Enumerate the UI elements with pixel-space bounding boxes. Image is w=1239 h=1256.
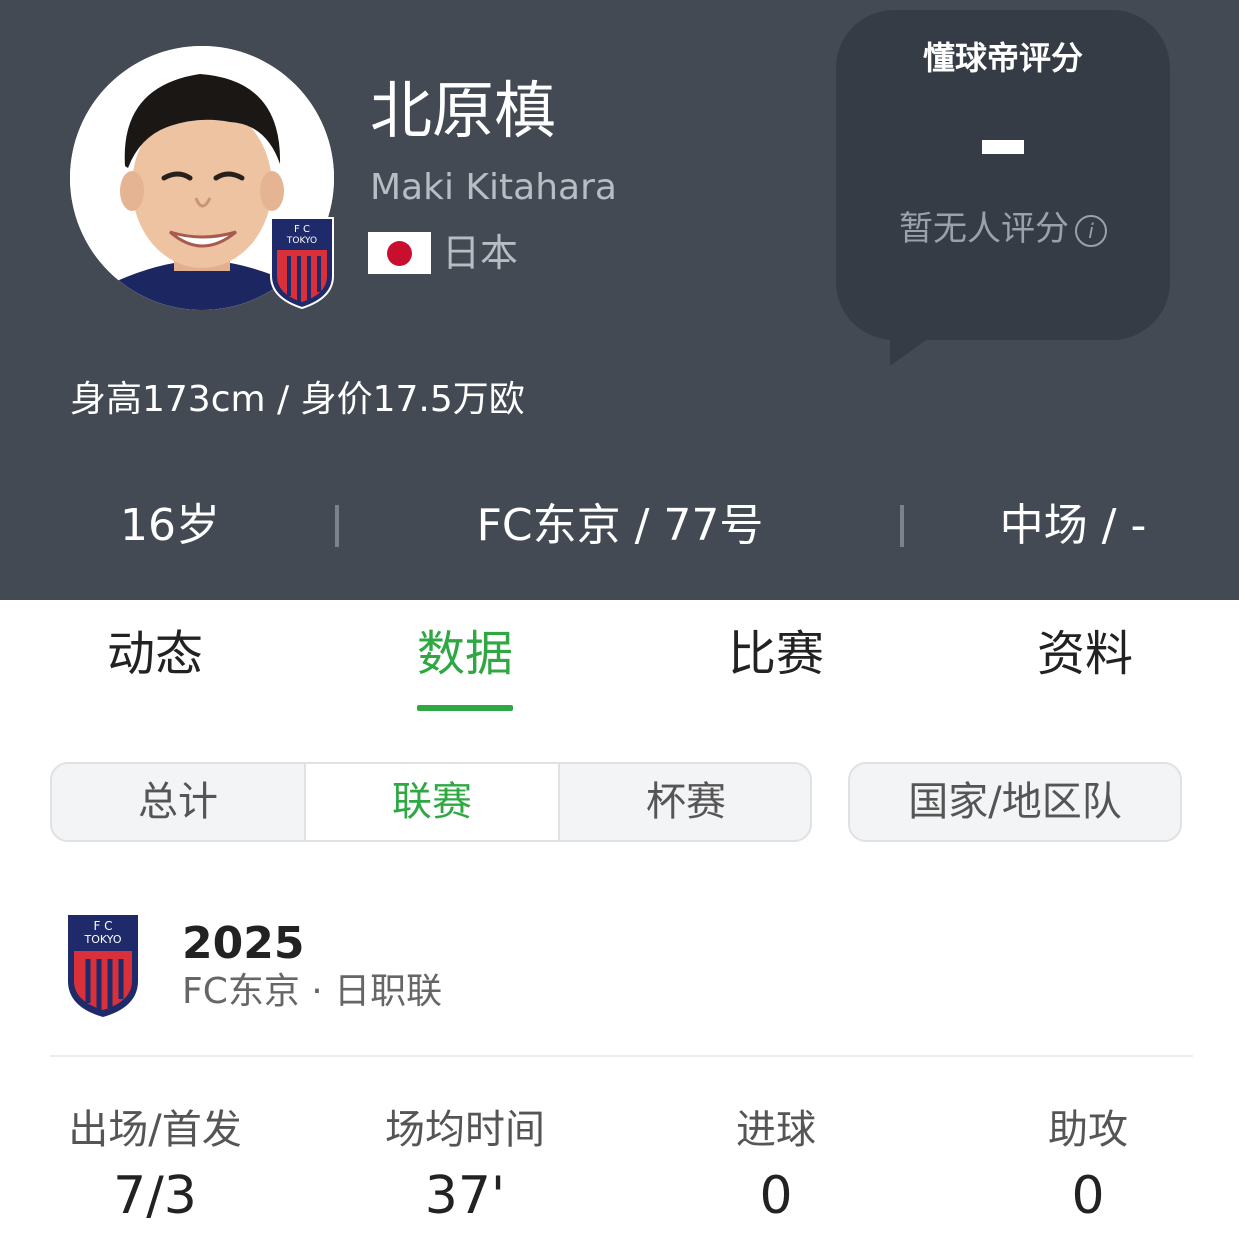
stat-label-assists: 助攻 — [1048, 1107, 1128, 1153]
divider — [335, 505, 339, 547]
player-club-number[interactable]: FC东京 / 77号 — [370, 504, 870, 548]
tab-matches[interactable]: 比赛 — [716, 630, 836, 678]
stat-value-apps: 7/3 — [113, 1166, 197, 1226]
stat-label-minutes: 场均时间 — [385, 1107, 545, 1153]
club-logo-fc-text: F C — [93, 919, 112, 933]
player-age: 16岁 — [120, 500, 220, 551]
national-team-button[interactable]: 国家/地区队 — [848, 762, 1182, 842]
rating-note-text: 暂无人评分 — [899, 209, 1069, 249]
stat-value-assists: 0 — [1071, 1166, 1105, 1226]
active-tab-indicator — [417, 705, 513, 711]
japan-flag-icon — [368, 232, 431, 274]
badge-fc-text: F C — [294, 224, 310, 235]
club-logo-tokyo-text: TOKYO — [84, 933, 122, 946]
stat-value-minutes: 37' — [424, 1166, 506, 1226]
badge-tokyo-text: TOKYO — [286, 236, 317, 246]
player-nationality[interactable]: 日本 — [442, 234, 518, 272]
rating-empty-dash — [982, 140, 1024, 154]
tab-feed[interactable]: 动态 — [95, 630, 215, 678]
stat-label-goals: 进球 — [736, 1107, 816, 1153]
season-year: 2025 — [182, 918, 305, 969]
club-logo-icon: F C TOKYO — [68, 915, 138, 1017]
rating-card[interactable]: 懂球帝评分 暂无人评分 i — [836, 10, 1170, 340]
divider — [50, 1055, 1193, 1057]
season-club-league: FC东京 · 日职联 — [182, 971, 443, 1012]
player-name-cn: 北原槙 — [370, 74, 557, 147]
height-market-value: 身高173cm / 身价17.5万欧 — [70, 379, 525, 420]
stat-value-goals: 0 — [759, 1166, 793, 1226]
tab-bar: 动态 数据 比赛 资料 — [0, 600, 1239, 710]
rating-title: 懂球帝评分 — [922, 39, 1083, 77]
competition-segmented-control: 总计 联赛 杯赛 — [50, 762, 812, 842]
segment-league[interactable]: 联赛 — [306, 764, 558, 840]
rating-note: 暂无人评分 i — [836, 212, 1170, 247]
stat-label-apps: 出场/首发 — [68, 1107, 242, 1153]
player-header: F C TOKYO 北原槙 Maki Kitahara 日本 懂球帝评分 暂无人… — [0, 0, 1239, 600]
rating-card-tail — [890, 330, 940, 366]
info-icon[interactable]: i — [1075, 215, 1107, 247]
tab-profile[interactable]: 资料 — [1025, 630, 1145, 678]
club-badge-icon: F C TOKYO — [270, 217, 334, 310]
segment-total[interactable]: 总计 — [52, 764, 304, 840]
player-name-en: Maki Kitahara — [370, 167, 617, 208]
tab-data[interactable]: 数据 — [405, 630, 525, 678]
player-position: 中场 / - — [999, 500, 1147, 551]
divider — [900, 505, 904, 547]
segment-cup[interactable]: 杯赛 — [560, 764, 810, 840]
